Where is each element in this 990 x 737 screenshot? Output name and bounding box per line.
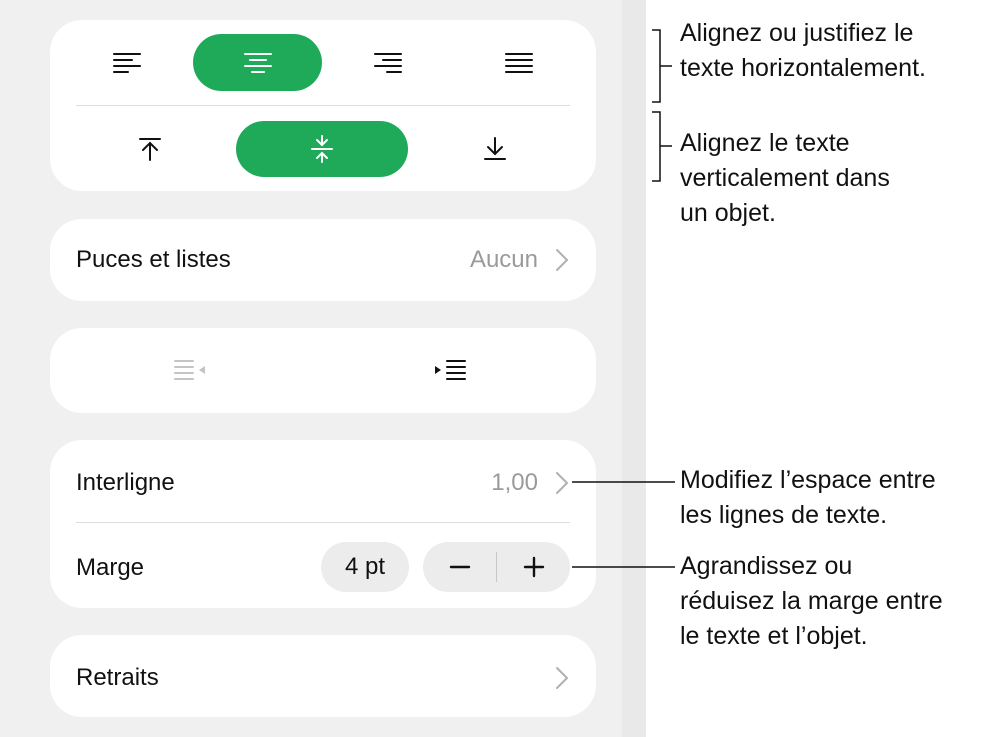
vertical-bracket — [652, 111, 661, 182]
callout-line-spacing: Modifiez l’espace entre les lignes de te… — [680, 466, 936, 529]
callout-horizontal-align: Alignez ou justifiez le texte horizontal… — [680, 19, 926, 82]
horizontal-bracket — [652, 29, 661, 103]
callout-vertical-align: Alignez le texte verticalement dans un o… — [680, 129, 890, 227]
callout-margin: Agrandissez ou réduisez la marge entre l… — [680, 552, 943, 650]
